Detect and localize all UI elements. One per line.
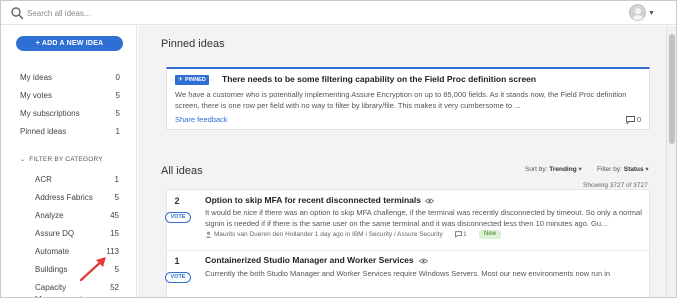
sidebar-item-count: 5	[115, 109, 120, 118]
idea-list: 2 VOTE Option to skip MFA for recent dis…	[165, 189, 650, 297]
pinned-badge: ✈ PINNED	[175, 75, 209, 85]
comment-count: 1	[463, 231, 467, 238]
eye-icon[interactable]	[419, 258, 428, 264]
filter-label: Filter by:	[597, 166, 622, 173]
sidebar-item-label: My subscriptions	[20, 109, 80, 118]
category-label: Analyze	[35, 211, 64, 220]
pinned-idea-description: We have a customer who is potentially im…	[175, 90, 627, 110]
category-count: 5	[114, 193, 119, 202]
idea-description: It would be nice if there was an option …	[205, 208, 642, 228]
category-item-analyze[interactable]: Analyze 45	[35, 210, 119, 222]
category-label: Buildings	[35, 265, 68, 274]
category-label: Automate	[35, 247, 70, 256]
top-bar: ▼	[1, 1, 676, 25]
caret-down-icon: ▾	[578, 166, 582, 173]
sort-label: Sort by:	[525, 166, 548, 173]
category-item-address-fabrics[interactable]: Address Fabrics 5	[35, 192, 119, 204]
category-item-capacity-management[interactable]: Capacity Management 52	[35, 282, 119, 297]
filter-dropdown[interactable]: Filter by: Status ▾	[597, 165, 649, 173]
sidebar-item-label: Pinned ideas	[20, 127, 67, 136]
pinned-idea-card[interactable]: ✈ PINNED There needs to be some filtering…	[166, 67, 650, 130]
share-feedback-link[interactable]: Share feedback	[175, 115, 228, 124]
vote-count: 1	[174, 256, 180, 266]
sidebar-item-my-votes[interactable]: My votes 5	[20, 90, 120, 102]
scrollbar[interactable]	[666, 26, 676, 297]
category-count: 52	[110, 283, 119, 292]
category-item-assure-dq[interactable]: Assure DQ 15	[35, 228, 119, 240]
status-badge: New	[479, 230, 502, 239]
sort-dropdown[interactable]: Sort by: Trending ▾	[525, 165, 582, 173]
annotation-arrow-icon	[79, 257, 106, 282]
idea-meta: Maurits van Dueren den Hollander 1 day a…	[214, 231, 443, 238]
sidebar-item-label: My votes	[20, 91, 53, 100]
divider	[167, 250, 649, 251]
vote-button[interactable]: VOTE	[165, 212, 191, 223]
vote-count: 2	[174, 196, 180, 206]
category-count: 15	[110, 229, 119, 238]
sidebar-item-label: My ideas	[20, 73, 53, 82]
category-label: Capacity Management	[35, 283, 82, 297]
results-count: Showing 3727 of 3727	[583, 182, 648, 189]
pinned-badge-label: PINNED	[185, 77, 206, 83]
eye-icon[interactable]	[425, 198, 434, 204]
main-content: Pinned ideas ✈ PINNED There needs to be s…	[138, 26, 666, 297]
all-ideas-heading: All ideas	[161, 165, 203, 177]
sort-value: Trending	[549, 166, 577, 173]
add-new-idea-button[interactable]: + ADD A NEW IDEA	[16, 36, 123, 51]
sidebar-item-count: 1	[115, 127, 120, 136]
filter-value: Status	[623, 166, 644, 173]
category-count: 1	[114, 175, 119, 184]
comment-icon[interactable]	[626, 116, 635, 124]
vote-button[interactable]: VOTE	[165, 272, 191, 283]
chevron-down-icon[interactable]: ▼	[648, 10, 655, 17]
idea-description: Currently the both Studio Manager and Wo…	[205, 269, 611, 278]
sidebar-item-my-ideas[interactable]: My ideas 0	[20, 72, 120, 84]
pin-icon: ✈	[178, 77, 184, 83]
category-count: 45	[110, 211, 119, 220]
sidebar-item-count: 5	[115, 91, 120, 100]
idea-title[interactable]: Containerized Studio Manager and Worker …	[205, 255, 414, 265]
chevron-down-icon: ⌄	[20, 157, 26, 163]
pinned-ideas-heading: Pinned ideas	[161, 38, 225, 50]
caret-down-icon: ▾	[645, 166, 649, 173]
category-label: Assure DQ	[35, 229, 75, 238]
sidebar: + ADD A NEW IDEA My ideas 0 My votes 5 M…	[1, 26, 137, 297]
pinned-idea-title[interactable]: There needs to be some filtering capabil…	[222, 74, 536, 84]
comment-icon[interactable]	[455, 231, 462, 238]
filter-title: FILTER BY CATEGORY	[29, 156, 103, 163]
category-count: 5	[114, 265, 119, 274]
sidebar-item-pinned-ideas[interactable]: Pinned ideas 1	[20, 126, 120, 138]
scrollbar-thumb[interactable]	[669, 34, 675, 144]
sidebar-item-count: 0	[115, 73, 120, 82]
category-item-acr[interactable]: ACR 1	[35, 174, 119, 186]
app-window: ▼ + ADD A NEW IDEA My ideas 0 My votes 5…	[0, 0, 677, 298]
search-icon	[11, 7, 24, 20]
category-label: Address Fabrics	[35, 193, 93, 202]
category-label: ACR	[35, 175, 52, 184]
filter-by-category-toggle[interactable]: ⌄ FILTER BY CATEGORY	[20, 156, 103, 163]
idea-title[interactable]: Option to skip MFA for recent disconnect…	[205, 195, 421, 205]
avatar[interactable]	[629, 4, 646, 21]
sidebar-item-my-subscriptions[interactable]: My subscriptions 5	[20, 108, 120, 120]
user-icon	[205, 231, 212, 238]
search-input[interactable]	[27, 5, 327, 21]
comment-count: 0	[637, 115, 642, 124]
